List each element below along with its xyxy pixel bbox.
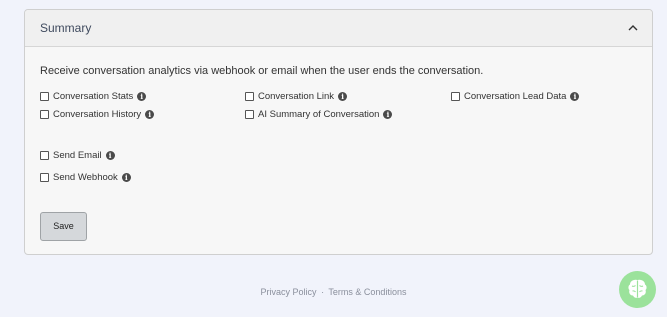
option-send-webhook[interactable]: Send Webhook i: [40, 171, 131, 183]
info-icon[interactable]: i: [137, 91, 147, 101]
option-conversation-stats[interactable]: Conversation Stats i: [40, 90, 147, 102]
terms-link[interactable]: Terms & Conditions: [328, 287, 406, 297]
chat-widget-button[interactable]: [619, 271, 656, 308]
conversation-link-checkbox[interactable]: [245, 91, 254, 101]
chevron-up-icon[interactable]: [627, 21, 639, 33]
save-button[interactable]: Save: [40, 212, 87, 241]
option-conversation-lead-data[interactable]: Conversation Lead Data i: [451, 90, 580, 102]
option-conversation-link[interactable]: Conversation Link i: [245, 90, 348, 102]
info-icon[interactable]: i: [338, 91, 348, 101]
option-label: Conversation Lead Data: [464, 90, 567, 102]
send-webhook-checkbox[interactable]: [40, 172, 49, 182]
option-label: Send Email: [53, 149, 102, 161]
info-icon[interactable]: i: [105, 150, 115, 160]
privacy-policy-link[interactable]: Privacy Policy: [261, 287, 317, 297]
option-label: Conversation Link: [258, 90, 335, 102]
summary-panel: Summary Receive conversation analytics v…: [24, 9, 653, 255]
brain-icon: [628, 279, 647, 298]
ai-summary-checkbox[interactable]: [245, 109, 254, 119]
option-label: AI Summary of Conversation: [258, 108, 380, 120]
panel-header[interactable]: Summary: [25, 10, 652, 47]
conversation-stats-checkbox[interactable]: [40, 91, 49, 101]
footer-separator: ·: [321, 287, 325, 297]
option-conversation-history[interactable]: Conversation History i: [40, 108, 155, 120]
option-label: Send Webhook: [53, 171, 118, 183]
info-icon[interactable]: i: [121, 172, 131, 182]
option-label: Conversation Stats: [53, 90, 134, 102]
footer: Privacy Policy · Terms & Conditions: [0, 287, 667, 297]
info-icon[interactable]: i: [145, 109, 155, 119]
conversation-lead-data-checkbox[interactable]: [451, 91, 460, 101]
info-icon[interactable]: i: [570, 91, 580, 101]
conversation-history-checkbox[interactable]: [40, 109, 49, 119]
option-send-email[interactable]: Send Email i: [40, 149, 115, 161]
option-label: Conversation History: [53, 108, 142, 120]
panel-description: Receive conversation analytics via webho…: [40, 65, 484, 77]
info-icon[interactable]: i: [383, 109, 393, 119]
option-ai-summary[interactable]: AI Summary of Conversation i: [245, 108, 393, 120]
send-email-checkbox[interactable]: [40, 150, 49, 160]
panel-title: Summary: [40, 21, 92, 35]
